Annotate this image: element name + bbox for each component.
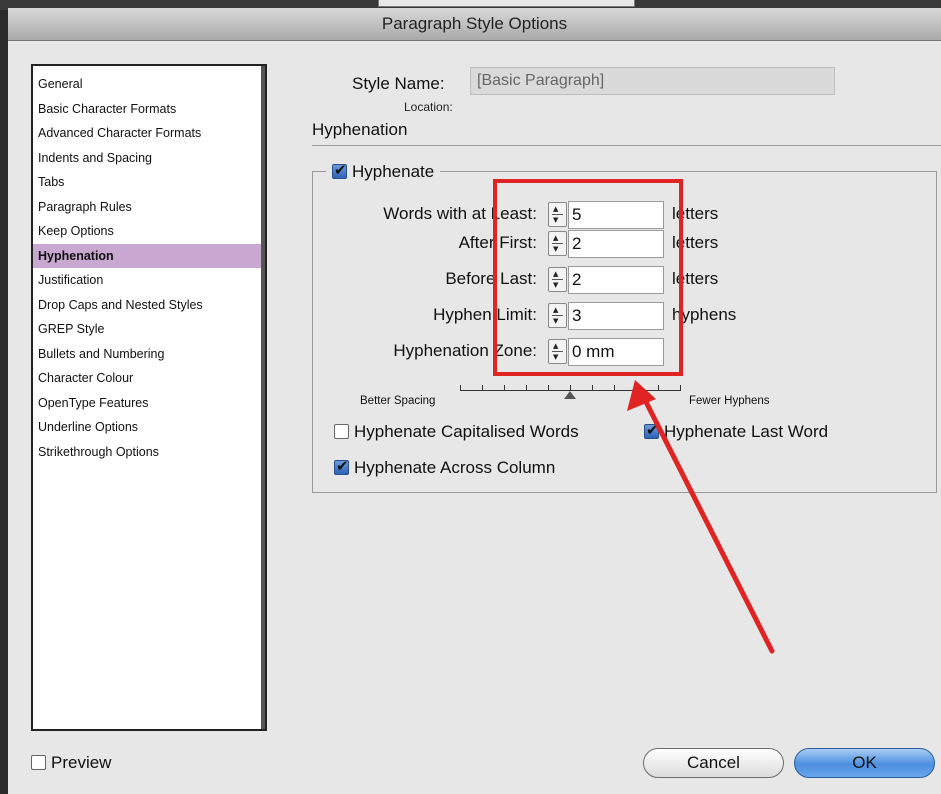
preview-label: Preview (51, 753, 112, 772)
annotation-arrow (627, 380, 775, 654)
cancel-button[interactable]: Cancel (643, 748, 784, 778)
preview-checkbox[interactable] (31, 755, 46, 770)
background-window-fragment (378, 0, 635, 7)
paragraph-style-options-dialog: Paragraph Style Options General Basic Cha… (8, 8, 941, 794)
preview-option[interactable]: Preview (31, 753, 111, 773)
ok-button[interactable]: OK (794, 748, 935, 778)
